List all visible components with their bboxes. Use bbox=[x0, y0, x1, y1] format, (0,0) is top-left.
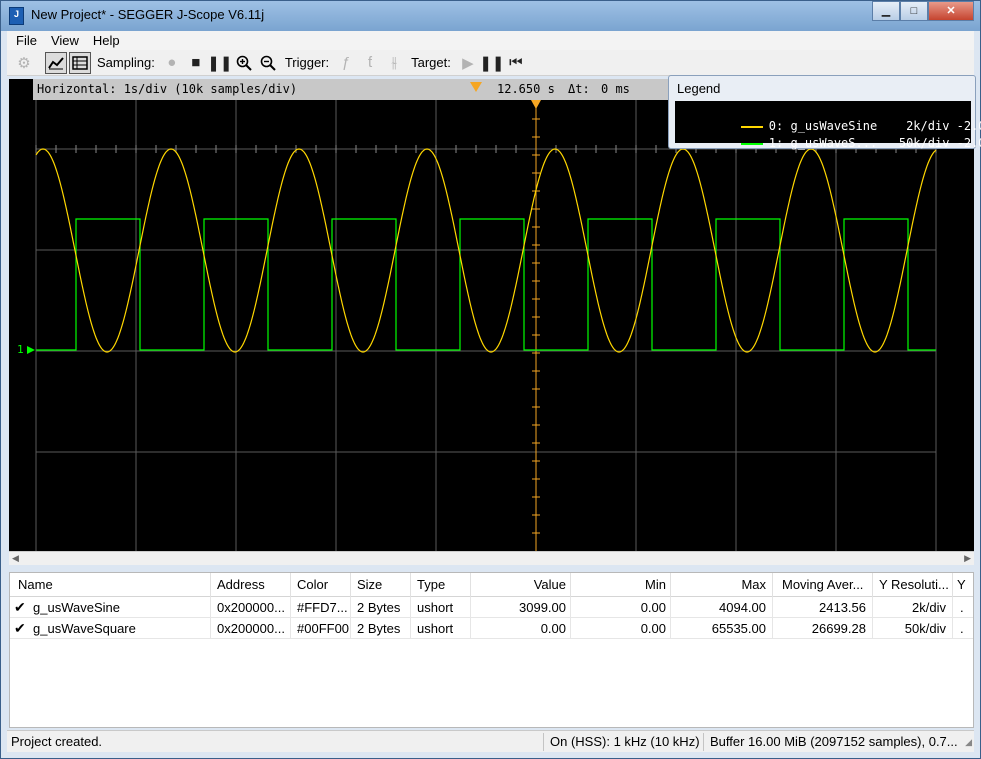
col-value[interactable]: Value bbox=[470, 577, 566, 592]
table-row[interactable]: ✔ g_usWaveSine 0x200000... #FFD7... 2 By… bbox=[10, 597, 973, 618]
col-y[interactable]: Y bbox=[957, 577, 966, 592]
resize-grip-icon[interactable]: ◢ bbox=[965, 737, 972, 748]
row-name: g_usWaveSine bbox=[33, 600, 120, 615]
trigger-both-icon[interactable]: ⫳ bbox=[383, 52, 405, 74]
run-target-icon[interactable]: ▶ bbox=[457, 52, 479, 74]
col-max[interactable]: Max bbox=[670, 577, 766, 592]
menu-view[interactable]: View bbox=[44, 33, 86, 48]
zoom-out-icon[interactable] bbox=[257, 52, 279, 74]
channel-1-arrow bbox=[27, 346, 35, 354]
target-label: Target: bbox=[411, 55, 451, 70]
table-view-icon[interactable] bbox=[69, 51, 91, 74]
row-min: 0.00 bbox=[640, 621, 666, 636]
col-color[interactable]: Color bbox=[297, 577, 328, 592]
col-address[interactable]: Address bbox=[217, 577, 265, 592]
row-address: 0x200000... bbox=[217, 600, 285, 615]
jscope-app-icon: J bbox=[9, 7, 24, 25]
row-moving-average: 26699.28 bbox=[811, 621, 866, 636]
legend-text-square: 1: g_usWaveS... 50k/div -2.0 bbox=[768, 136, 981, 150]
legend-panel[interactable]: Legend 0: g_usWaveSine 2k/div -2.0 1: g_… bbox=[668, 75, 981, 150]
menu-file[interactable]: File bbox=[9, 33, 44, 48]
col-y-resolution[interactable]: Y Resoluti... bbox=[879, 577, 951, 592]
channel-table: Name Address Color Size Type Value Min M… bbox=[9, 572, 974, 728]
row-type: ushort bbox=[417, 621, 454, 636]
row-size: 2 Bytes bbox=[357, 621, 401, 636]
checkmark-icon[interactable]: ✔ bbox=[14, 599, 26, 616]
col-min[interactable]: Min bbox=[570, 577, 666, 592]
app-window: J New Project* - SEGGER J-Scope V6.11j ▁… bbox=[0, 0, 981, 759]
row-y-resolution: 2k/div bbox=[912, 600, 946, 615]
col-type[interactable]: Type bbox=[417, 577, 445, 592]
scroll-left-icon[interactable]: ◀ bbox=[12, 553, 19, 564]
row-max: 65535.00 bbox=[711, 621, 766, 636]
trigger-falling-icon[interactable]: ƭ bbox=[359, 52, 381, 74]
legend-row-square[interactable]: 1: g_usWaveS... 50k/div -2.0 bbox=[683, 122, 981, 164]
row-address: 0x200000... bbox=[217, 621, 285, 636]
col-name[interactable]: Name bbox=[18, 577, 53, 592]
scroll-right-icon[interactable]: ▶ bbox=[964, 553, 971, 564]
channel-1-marker: 1 bbox=[17, 343, 24, 356]
minimize-button[interactable]: ▁ bbox=[872, 1, 900, 21]
menu-help[interactable]: Help bbox=[86, 33, 127, 48]
legend-body: 0: g_usWaveSine 2k/div -2.0 1: g_usWaveS… bbox=[675, 101, 981, 150]
row-max: 4094.00 bbox=[719, 600, 766, 615]
checkmark-icon[interactable]: ✔ bbox=[14, 620, 26, 637]
status-message: Project created. bbox=[11, 734, 103, 749]
row-y-resolution: 50k/div bbox=[904, 621, 946, 636]
stop-icon[interactable]: ■ bbox=[185, 52, 207, 74]
legend-title: Legend bbox=[677, 81, 721, 96]
row-y: . bbox=[960, 600, 964, 615]
row-min: 0.00 bbox=[640, 600, 666, 615]
trigger-label: Trigger: bbox=[284, 55, 330, 70]
col-size[interactable]: Size bbox=[357, 577, 382, 592]
horizontal-scrollbar[interactable]: ◀ ▶ bbox=[9, 551, 974, 565]
row-type: ushort bbox=[417, 600, 454, 615]
status-bar: Project created. On (HSS): 1 kHz (10 kHz… bbox=[7, 730, 974, 752]
scope-view-icon[interactable] bbox=[45, 51, 67, 74]
row-value: 0.00 bbox=[540, 621, 566, 636]
trigger-rising-icon[interactable]: ƒ bbox=[335, 52, 357, 74]
row-color: #FFD7... bbox=[297, 600, 348, 615]
maximize-button[interactable]: □ bbox=[900, 1, 928, 21]
row-y: . bbox=[960, 621, 964, 636]
window-title: New Project* - SEGGER J-Scope V6.11j bbox=[31, 7, 265, 22]
square-wave-trace bbox=[36, 218, 936, 351]
sampling-label: Sampling: bbox=[97, 55, 155, 70]
toolbar: ⚙ Sampling: ● ■ ❚❚ Trigger: ƒ ƭ ⫳ Target… bbox=[7, 50, 974, 76]
table-row[interactable]: ✔ g_usWaveSquare 0x200000... #00FF00 2 B… bbox=[10, 618, 973, 639]
legend-swatch-square bbox=[740, 142, 763, 145]
reset-target-icon[interactable]: ⏮ bbox=[505, 52, 527, 74]
row-name: g_usWaveSquare bbox=[33, 621, 136, 636]
col-moving-average[interactable]: Moving Aver... bbox=[782, 577, 874, 592]
halt-target-icon[interactable]: ❚❚ bbox=[479, 52, 504, 74]
status-buffer: Buffer 16.00 MiB (2097152 samples), 0.7.… bbox=[710, 734, 958, 749]
title-bar: J New Project* - SEGGER J-Scope V6.11j ▁… bbox=[1, 1, 980, 31]
row-size: 2 Bytes bbox=[357, 600, 401, 615]
row-moving-average: 2413.56 bbox=[819, 600, 866, 615]
close-button[interactable]: ✕ bbox=[928, 1, 974, 21]
row-value: 3099.00 bbox=[519, 600, 566, 615]
status-sampling-mode: On (HSS): 1 kHz (10 kHz) bbox=[550, 734, 700, 749]
record-icon[interactable]: ● bbox=[161, 52, 183, 74]
settings-gear-icon[interactable]: ⚙ bbox=[13, 52, 35, 74]
trigger-cursor-marker bbox=[531, 100, 541, 109]
menu-bar: File View Help bbox=[7, 31, 974, 50]
table-header: Name Address Color Size Type Value Min M… bbox=[10, 573, 973, 597]
pause-icon[interactable]: ❚❚ bbox=[207, 52, 232, 74]
row-color: #00FF00 bbox=[297, 621, 350, 636]
zoom-in-icon[interactable] bbox=[233, 52, 255, 74]
